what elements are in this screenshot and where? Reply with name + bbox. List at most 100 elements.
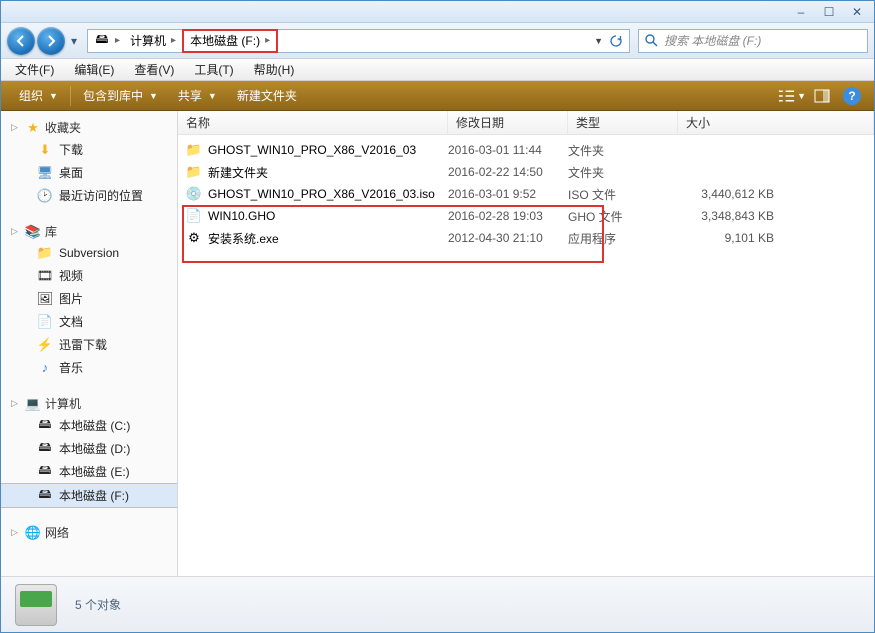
document-icon: 📄 (37, 314, 53, 330)
menu-tools[interactable]: 工具(T) (186, 59, 241, 80)
nav-music[interactable]: ♪音乐 (1, 356, 177, 379)
drive-large-icon (15, 584, 57, 626)
collapse-icon: ▷ (11, 527, 21, 538)
folder-icon: 📁 (186, 142, 202, 158)
breadcrumb-computer[interactable]: 计算机 ▸ (126, 31, 180, 51)
column-type[interactable]: 类型 (568, 111, 678, 134)
file-icon: 📄 (186, 208, 202, 224)
refresh-button[interactable] (609, 34, 623, 48)
download-icon: ⬇ (37, 142, 53, 158)
navigation-row: ▾ 🖴 ▸ 计算机 ▸ 本地磁盘 (F:) ▸ ▼ 搜索 本地磁盘 (F:) (1, 23, 874, 59)
nav-pictures[interactable]: 🖼图片 (1, 287, 177, 310)
nav-downloads[interactable]: ⬇下载 (1, 138, 177, 161)
help-icon: ? (843, 87, 861, 105)
computer-icon: 💻 (25, 396, 41, 412)
menu-file[interactable]: 文件(F) (7, 59, 62, 80)
nav-drive-f[interactable]: 🖴本地磁盘 (F:) (1, 483, 177, 508)
menu-bar: 文件(F) 编辑(E) 查看(V) 工具(T) 帮助(H) (1, 59, 874, 81)
file-row[interactable]: ⚙安装系统.exe 2012-04-30 21:10应用程序9,101 KB (178, 227, 874, 249)
drive-icon: 🖴 (37, 464, 53, 480)
recent-icon: 🕑 (37, 188, 53, 204)
new-folder-button[interactable]: 新建文件夹 (227, 81, 307, 111)
search-placeholder: 搜索 本地磁盘 (F:) (664, 32, 761, 49)
file-list: 📁GHOST_WIN10_PRO_X86_V2016_03 2016-03-01… (178, 135, 874, 576)
picture-icon: 🖼 (37, 291, 53, 307)
nav-drive-c[interactable]: 🖴本地磁盘 (C:) (1, 414, 177, 437)
nav-desktop[interactable]: 🖥桌面 (1, 161, 177, 184)
annotation-breadcrumb: 本地磁盘 (F:) ▸ (182, 29, 278, 53)
collapse-icon: ▷ (11, 398, 21, 409)
nav-thunder[interactable]: ⚡迅雷下载 (1, 333, 177, 356)
minimize-button[interactable]: – (788, 4, 814, 20)
iso-icon: 💿 (186, 186, 202, 202)
close-button[interactable]: ✕ (844, 4, 870, 20)
breadcrumb-label: 计算机 (130, 32, 166, 49)
menu-edit[interactable]: 编辑(E) (66, 59, 122, 80)
forward-button[interactable] (37, 27, 65, 55)
navigation-pane: ▷ ★ 收藏夹 ⬇下载 🖥桌面 🕑最近访问的位置 ▷ 📚 库 📁Subversi… (1, 111, 178, 576)
column-size[interactable]: 大小 (678, 111, 874, 134)
nav-documents[interactable]: 📄文档 (1, 310, 177, 333)
nav-libraries[interactable]: ▷ 📚 库 (1, 221, 177, 242)
network-icon: 🌐 (25, 525, 41, 541)
column-name[interactable]: 名称 (178, 111, 448, 134)
breadcrumb-drive[interactable]: 本地磁盘 (F:) ▸ (186, 31, 274, 51)
help-button[interactable]: ? (838, 84, 866, 108)
arrow-right-icon (45, 35, 57, 47)
toolbar: 组织▼ 包含到库中▼ 共享▼ 新建文件夹 ▼ ? (1, 81, 874, 111)
nav-favorites[interactable]: ▷ ★ 收藏夹 (1, 117, 177, 138)
column-date[interactable]: 修改日期 (448, 111, 568, 134)
drive-icon: 🖴 (37, 418, 53, 434)
file-row[interactable]: 📁GHOST_WIN10_PRO_X86_V2016_03 2016-03-01… (178, 139, 874, 161)
nav-computer[interactable]: ▷ 💻 计算机 (1, 393, 177, 414)
nav-history-dropdown[interactable]: ▾ (67, 27, 81, 55)
video-icon: 🎞 (37, 268, 53, 284)
file-row[interactable]: 📄WIN10.GHO 2016-02-28 19:03GHO 文件3,348,8… (178, 205, 874, 227)
share-button[interactable]: 共享▼ (168, 81, 227, 111)
file-row[interactable]: 💿GHOST_WIN10_PRO_X86_V2016_03.iso 2016-0… (178, 183, 874, 205)
organize-button[interactable]: 组织▼ (9, 81, 68, 111)
status-bar: 5 个对象 (1, 576, 874, 632)
preview-icon (814, 89, 830, 103)
menu-view[interactable]: 查看(V) (126, 59, 182, 80)
include-library-button[interactable]: 包含到库中▼ (73, 81, 168, 111)
nav-drive-d[interactable]: 🖴本地磁盘 (D:) (1, 437, 177, 460)
view-mode-button[interactable]: ▼ (778, 84, 806, 108)
drive-icon: 🖴 (37, 441, 53, 457)
library-icon: 📚 (25, 224, 41, 240)
address-dropdown[interactable]: ▼ (594, 36, 603, 46)
file-row[interactable]: 📁新建文件夹 2016-02-22 14:50文件夹 (178, 161, 874, 183)
search-icon (645, 34, 658, 47)
nav-subversion[interactable]: 📁Subversion (1, 242, 177, 264)
arrow-left-icon (15, 35, 27, 47)
status-text: 5 个对象 (75, 596, 121, 613)
back-button[interactable] (7, 27, 35, 55)
maximize-button[interactable]: ☐ (816, 4, 842, 20)
folder-icon: 📁 (37, 245, 53, 261)
nav-network[interactable]: ▷ 🌐 网络 (1, 522, 177, 543)
file-list-pane: 名称 修改日期 类型 大小 📁GHOST_WIN10_PRO_X86_V2016… (178, 111, 874, 576)
nav-videos[interactable]: 🎞视频 (1, 264, 177, 287)
drive-icon: 🖴 (94, 33, 110, 49)
list-view-icon (778, 89, 795, 103)
folder-icon: 📁 (186, 164, 202, 180)
exe-icon: ⚙ (186, 230, 202, 246)
collapse-icon: ▷ (11, 226, 21, 237)
breadcrumb-root[interactable]: 🖴 ▸ (90, 31, 124, 51)
star-icon: ★ (25, 120, 41, 136)
refresh-icon (609, 34, 623, 48)
address-bar[interactable]: 🖴 ▸ 计算机 ▸ 本地磁盘 (F:) ▸ ▼ (87, 29, 630, 53)
column-headers: 名称 修改日期 类型 大小 (178, 111, 874, 135)
nav-buttons: ▾ (7, 27, 81, 55)
breadcrumb-label: 本地磁盘 (F:) (190, 32, 260, 49)
title-bar: – ☐ ✕ (1, 1, 874, 23)
nav-drive-e[interactable]: 🖴本地磁盘 (E:) (1, 460, 177, 483)
nav-recent[interactable]: 🕑最近访问的位置 (1, 184, 177, 207)
collapse-icon: ▷ (11, 122, 21, 133)
search-input[interactable]: 搜索 本地磁盘 (F:) (638, 29, 868, 53)
menu-help[interactable]: 帮助(H) (246, 59, 303, 80)
preview-pane-button[interactable] (808, 84, 836, 108)
thunder-icon: ⚡ (37, 337, 53, 353)
desktop-icon: 🖥 (37, 165, 53, 181)
music-icon: ♪ (37, 360, 53, 376)
